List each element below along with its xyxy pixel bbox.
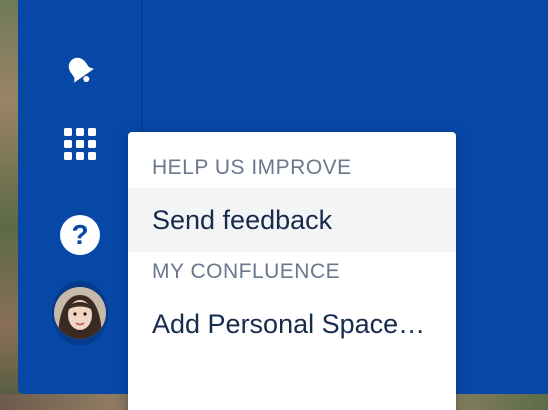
- send-feedback-item[interactable]: Send feedback: [128, 188, 456, 252]
- help-icon: ?: [60, 215, 100, 255]
- grid-icon: [63, 127, 97, 166]
- add-personal-space-item[interactable]: Add Personal Space…: [128, 292, 456, 356]
- notifications-button[interactable]: [52, 44, 108, 100]
- app-switcher-button[interactable]: [52, 118, 108, 174]
- avatar: [54, 287, 106, 339]
- section-heading-help-us-improve: HELP US IMPROVE: [152, 156, 352, 179]
- bell-icon: [63, 53, 97, 92]
- help-button[interactable]: ?: [52, 207, 108, 263]
- avatar-ring: [52, 281, 108, 345]
- profile-button[interactable]: [52, 281, 108, 345]
- section-heading-my-confluence: MY CONFLUENCE: [152, 260, 341, 283]
- help-dropdown-menu: HELP US IMPROVE Send feedback MY CONFLUE…: [128, 132, 456, 410]
- background-photo-left: [0, 0, 18, 410]
- global-sidebar: ?: [18, 0, 143, 394]
